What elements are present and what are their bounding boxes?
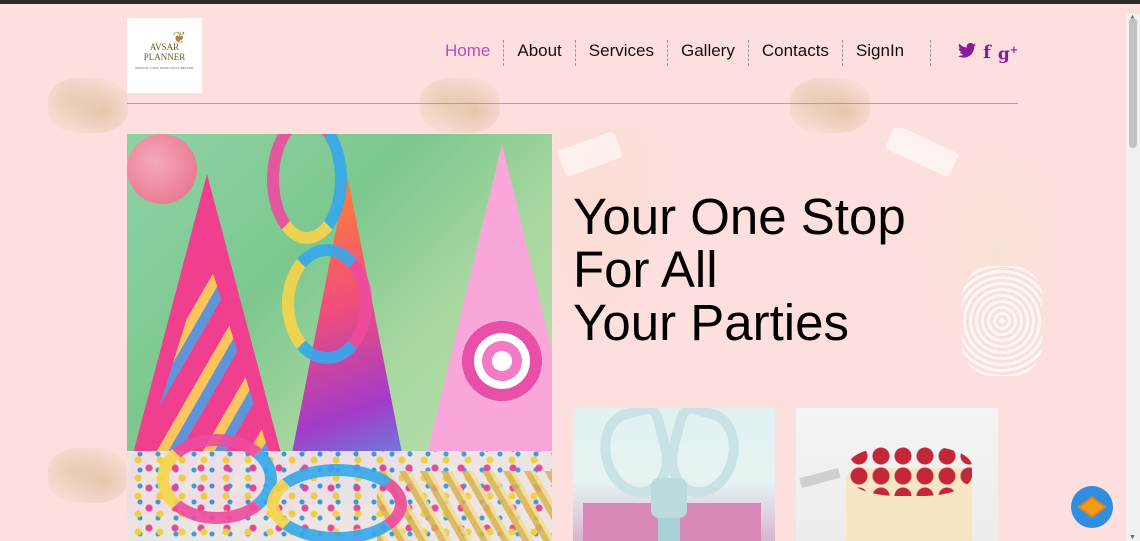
scrollbar-thumb[interactable]	[1129, 18, 1137, 148]
sparkle-decoration	[48, 78, 128, 133]
logo-tagline: MAKING YOUR GOOD DAYS BETTER	[135, 65, 194, 70]
facebook-icon[interactable]: f	[983, 42, 991, 64]
hero-headline: Your One Stop For All Your Parties	[573, 190, 906, 349]
sparkle-decoration	[48, 448, 128, 503]
gift-box-card[interactable]	[573, 408, 775, 541]
chat-cube-icon	[1077, 496, 1107, 518]
sparkle-decoration	[790, 78, 870, 133]
party-hats-image	[127, 134, 552, 541]
raspberry-cake-card[interactable]	[796, 408, 998, 541]
google-plus-icon[interactable]: g+	[998, 40, 1018, 66]
nav-services-link[interactable]: Services	[576, 40, 668, 66]
social-links: f g+	[931, 40, 1018, 66]
nav-home-link[interactable]: Home	[432, 40, 505, 66]
site-logo[interactable]: ❦ AVSAR PLANNER MAKING YOUR GOOD DAYS BE…	[127, 18, 202, 93]
main-nav: Home About Services Gallery Contacts Sig…	[432, 40, 1018, 66]
page-scrollbar[interactable]: ▲ ▼	[1126, 14, 1140, 541]
headline-line-1: Your One Stop	[573, 188, 906, 245]
leaf-icon: ❦	[172, 30, 186, 47]
headline-line-3: Your Parties	[573, 294, 849, 351]
nav-gallery-link[interactable]: Gallery	[668, 40, 749, 66]
twitter-icon[interactable]	[958, 42, 977, 64]
scroll-down-arrow-icon[interactable]: ▼	[1129, 534, 1136, 541]
google-plus-sup: +	[1009, 45, 1019, 57]
google-plus-letter: g	[997, 44, 1010, 65]
logo-text-line2: PLANNER	[143, 51, 186, 62]
headline-line-2: For All	[573, 241, 718, 298]
nav-about-link[interactable]: About	[504, 40, 576, 66]
window-top-bar	[0, 0, 1140, 4]
nav-contacts-link[interactable]: Contacts	[749, 40, 843, 66]
chat-widget-button[interactable]	[1071, 486, 1113, 528]
sparkle-decoration	[420, 78, 500, 133]
nav-signin-link[interactable]: SignIn	[843, 40, 932, 66]
header-divider	[127, 103, 1018, 104]
